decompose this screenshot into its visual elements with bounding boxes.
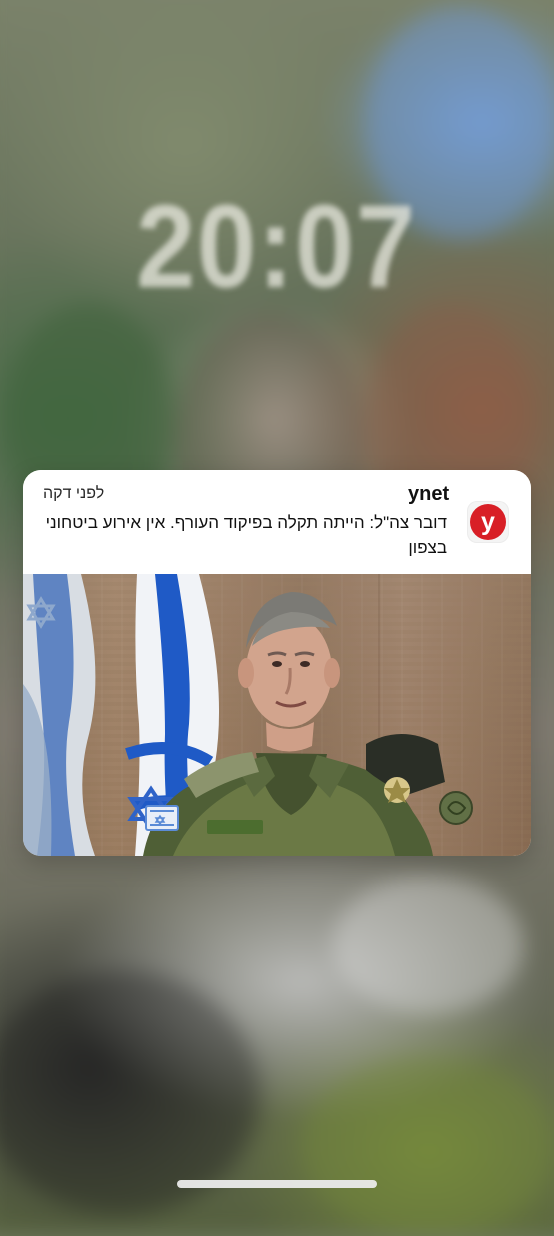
notification-image — [23, 574, 531, 856]
notification-image-illustration — [23, 574, 473, 856]
notification-timestamp: לפני דקה — [43, 485, 105, 502]
lock-screen: { "lock_screen": { "time": "20:07" }, "n… — [0, 0, 554, 1236]
notification-message: דובר צה"ל: הייתה תקלה בפיקוד העורף. אין … — [45, 513, 447, 557]
wallpaper-grass-blur — [301, 1055, 554, 1236]
app-name: ynet — [408, 483, 450, 505]
ynet-app-icon: y — [467, 501, 509, 543]
wallpaper-dog-blur — [0, 971, 259, 1215]
notification-header: y ynet לפני דקה דובר צה"ל: הייתה תקלה בפ… — [23, 470, 531, 574]
wallpaper-car-blur — [333, 875, 524, 1014]
notification-card[interactable]: y ynet לפני דקה דובר צה"ל: הייתה תקלה בפ… — [23, 470, 531, 856]
lock-time: 20:07 — [136, 181, 417, 313]
home-indicator[interactable] — [177, 1180, 377, 1188]
app-icon-letter: y — [481, 507, 495, 536]
